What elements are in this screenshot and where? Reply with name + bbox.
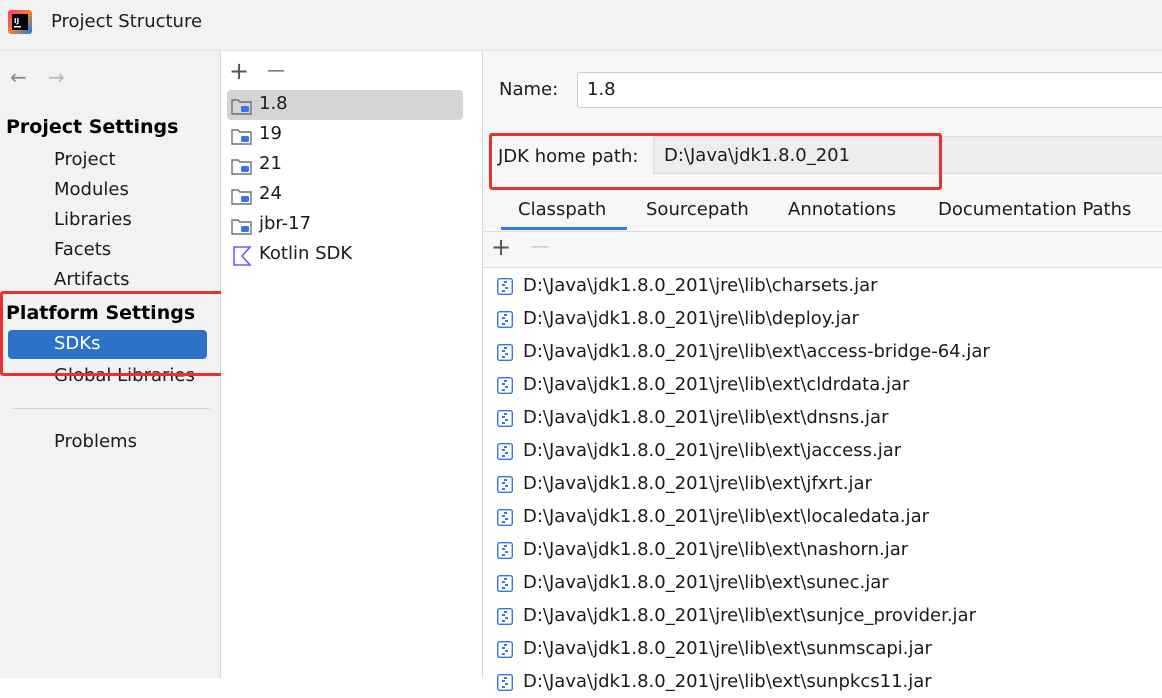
nav-item-modules[interactable]: Modules [54,179,129,200]
active-tab-indicator [501,227,627,230]
jar-archive-icon [497,674,513,691]
intellij-logo-icon: IJ [8,10,32,34]
jar-archive-icon [497,344,513,361]
jar-archive-icon [497,641,513,658]
name-label: Name: [499,79,559,100]
jdk-folder-icon [231,129,252,145]
tab-documentation-paths[interactable]: Documentation Paths [938,199,1131,220]
classpath-list: D:\Java\jdk1.8.0_201\jre\lib\charsets.ja… [483,267,1162,692]
jdk-folder-icon [231,219,252,235]
nav-item-project[interactable]: Project [54,149,116,170]
kotlin-icon [233,246,252,266]
forward-arrow-icon[interactable]: → [48,65,65,89]
sdk-item-label: 21 [259,153,282,174]
jar-archive-icon [497,410,513,427]
sdk-item-label: Kotlin SDK [259,243,353,264]
sdk-item-label: 24 [259,183,282,204]
remove-sdk-button[interactable]: — [267,59,285,83]
jar-archive-icon [497,278,513,295]
svg-text:IJ: IJ [14,17,19,25]
sdk-item-jbr-17[interactable]: jbr-17 [227,210,463,240]
add-sdk-button[interactable]: + [229,59,249,83]
tabs-separator [483,231,1162,232]
jar-archive-icon [497,608,513,625]
classpath-item-label: D:\Java\jdk1.8.0_201\jre\lib\ext\cldrdat… [523,374,910,395]
jdk-folder-icon [231,189,252,205]
nav-item-libraries[interactable]: Libraries [54,209,132,230]
sdk-item-19[interactable]: 19 [227,120,463,150]
classpath-item-label: D:\Java\jdk1.8.0_201\jre\lib\ext\jfxrt.j… [523,473,872,494]
jar-archive-icon [497,542,513,559]
jar-archive-icon [497,311,513,328]
add-classpath-button[interactable]: + [491,235,511,259]
classpath-item-label: D:\Java\jdk1.8.0_201\jre\lib\ext\sunec.j… [523,572,889,593]
nav-item-artifacts[interactable]: Artifacts [54,269,129,290]
sdk-item-21[interactable]: 21 [227,150,463,180]
classpath-item-label: D:\Java\jdk1.8.0_201\jre\lib\ext\nashorn… [523,539,909,560]
classpath-item-label: D:\Java\jdk1.8.0_201\jre\lib\ext\localed… [523,506,930,527]
nav-item-problems[interactable]: Problems [54,431,137,452]
jar-archive-icon [497,377,513,394]
remove-classpath-button[interactable]: — [531,235,549,259]
jdk-folder-icon [231,99,252,115]
classpath-item-label: D:\Java\jdk1.8.0_201\jre\lib\ext\sunmsca… [523,638,932,659]
title-bar: IJ Project Structure [0,0,1162,51]
tab-classpath[interactable]: Classpath [518,199,606,220]
sdk-item-label: 19 [259,123,282,144]
classpath-item-label: D:\Java\jdk1.8.0_201\jre\lib\ext\access-… [523,341,990,362]
tab-sourcepath[interactable]: Sourcepath [646,199,749,220]
classpath-item-label: D:\Java\jdk1.8.0_201\jre\lib\deploy.jar [523,308,859,329]
classpath-item-label: D:\Java\jdk1.8.0_201\jre\lib\charsets.ja… [523,275,878,296]
jar-archive-icon [497,509,513,526]
sdk-item-1-8[interactable]: 1.8 [227,90,463,120]
sdk-item-label: jbr-17 [259,213,312,234]
classpath-item-label: D:\Java\jdk1.8.0_201\jre\lib\ext\sunpkcs… [523,671,932,692]
sdk-item-24[interactable]: 24 [227,180,463,210]
sdk-list-panel: + — 1.8 19 21 24 jbr-17 Kotlin SDK [221,51,483,678]
sdk-item-label: 1.8 [259,93,288,114]
window-title: Project Structure [51,11,203,32]
classpath-item-label: D:\Java\jdk1.8.0_201\jre\lib\ext\sunjce_… [523,605,976,626]
name-input-value: 1.8 [587,79,616,100]
jar-archive-icon [497,476,513,493]
sdk-item-kotlin[interactable]: Kotlin SDK [227,240,463,270]
jar-archive-icon [497,443,513,460]
jdk-home-path-highlight [489,133,942,190]
classpath-item-label: D:\Java\jdk1.8.0_201\jre\lib\ext\jaccess… [523,440,902,461]
jar-archive-icon [497,575,513,592]
nav-item-facets[interactable]: Facets [54,239,111,260]
name-input[interactable]: 1.8 [577,72,1162,108]
tab-annotations[interactable]: Annotations [788,199,896,220]
project-settings-header: Project Settings [6,116,179,138]
back-arrow-icon[interactable]: ← [10,65,27,89]
jdk-folder-icon [231,159,252,175]
classpath-item-label: D:\Java\jdk1.8.0_201\jre\lib\ext\dnsns.j… [523,407,889,428]
nav-divider [12,408,210,409]
